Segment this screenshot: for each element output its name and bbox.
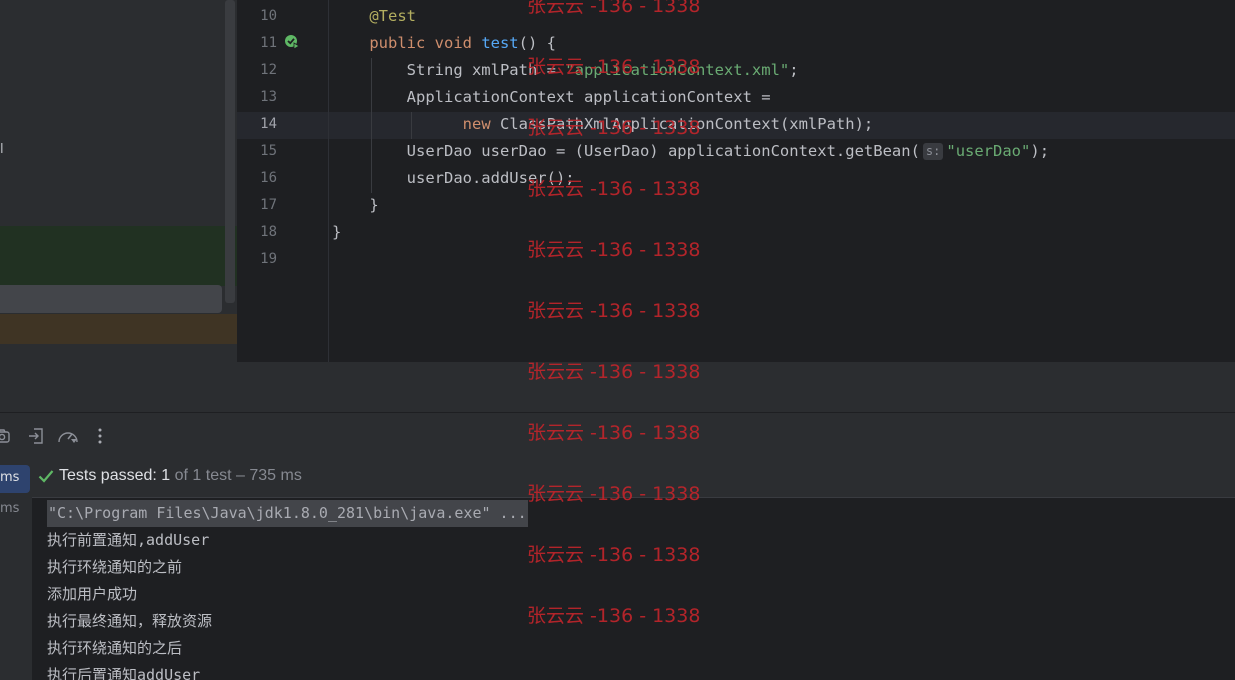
code-editor[interactable]: 10 11 12 13 14 15 16 17 18 19 @Test public void t…: [237, 0, 1235, 362]
console-line: 添加用户成功: [47, 585, 138, 603]
console-command-line: "C:\Program Files\Java\jdk1.8.0_281\bin\…: [47, 500, 528, 527]
run-test-icon[interactable]: [284, 34, 300, 50]
line-number[interactable]: 14: [237, 111, 277, 138]
line-number[interactable]: 19: [237, 246, 277, 273]
camera-icon[interactable]: [0, 427, 11, 445]
project-tree-excluded-row[interactable]: [0, 314, 237, 344]
code-token: ApplicationContext applicationContext =: [332, 88, 771, 106]
code-token: ClassPathXmlApplicationContext(xmlPath);: [499, 115, 874, 133]
console-output[interactable]: "C:\Program Files\Java\jdk1.8.0_281\bin\…: [32, 498, 1235, 680]
console-line: 执行前置通知,addUser: [47, 531, 210, 549]
line-number[interactable]: 10: [237, 3, 277, 30]
code-line[interactable]: @Test: [332, 3, 416, 30]
more-options-icon[interactable]: [91, 427, 109, 445]
code-line[interactable]: UserDao userDao = (UserDao) applicationC…: [332, 138, 1049, 165]
code-token: new: [462, 115, 500, 133]
code-token: UserDao userDao = (UserDao) applicationC…: [332, 142, 920, 160]
code-token: String xmlPath =: [332, 61, 566, 79]
code-token: );: [1030, 142, 1050, 160]
code-token: }: [332, 196, 379, 214]
tests-passed-count: 1: [161, 467, 171, 484]
code-token: () {: [518, 34, 556, 52]
code-line[interactable]: userDao.addUser();: [332, 165, 575, 192]
line-number[interactable]: 15: [237, 138, 277, 165]
line-number[interactable]: 16: [237, 165, 277, 192]
code-token: userDao.addUser();: [332, 169, 575, 187]
gutter-separator: [328, 0, 329, 362]
code-token: test: [481, 34, 519, 52]
project-panel: l: [0, 0, 237, 362]
run-toolbar: [0, 413, 1235, 457]
console-line: 执行环绕通知的之后: [47, 639, 183, 657]
code-token: ;: [789, 61, 799, 79]
line-number[interactable]: 17: [237, 192, 277, 219]
project-tree-highlight-row[interactable]: [0, 226, 237, 286]
code-line[interactable]: ApplicationContext applicationContext =: [332, 84, 771, 111]
tool-window-strip: [0, 362, 1235, 412]
parameter-hint: s:: [922, 143, 944, 160]
console-line: 执行最终通知，释放资源: [47, 612, 213, 630]
code-line[interactable]: String xmlPath = "applicationContext.xml…: [332, 57, 799, 84]
test-status-bar: Tests passed: 1 of 1 test – 735 ms: [32, 457, 1235, 498]
code-line[interactable]: new ClassPathXmlApplicationContext(xmlPa…: [332, 111, 874, 138]
line-number[interactable]: 18: [237, 219, 277, 246]
test-status-text: Tests passed: 1 of 1 test – 735 ms: [59, 467, 302, 485]
code-token: @Test: [369, 7, 416, 25]
tests-summary: of 1 test – 735 ms: [174, 467, 302, 484]
speedometer-icon[interactable]: [57, 427, 79, 445]
console-line: 执行后置通知addUser: [47, 666, 201, 680]
code-token: "applicationContext.xml": [565, 61, 790, 79]
test-duration-label[interactable]: ms: [0, 470, 19, 485]
code-token: "userDao": [946, 142, 1031, 160]
check-icon: [38, 470, 54, 483]
code-line[interactable]: }: [332, 192, 379, 219]
code-token: public void: [369, 34, 482, 52]
project-tree-selected-row[interactable]: [0, 285, 222, 313]
test-duration-label[interactable]: ms: [0, 501, 19, 516]
import-icon[interactable]: [27, 427, 45, 445]
console-line: 执行环绕通知的之前: [47, 558, 183, 576]
project-tree-text: l: [0, 142, 4, 157]
line-number[interactable]: 11: [237, 30, 277, 57]
line-number[interactable]: 12: [237, 57, 277, 84]
code-line[interactable]: public void test() {: [332, 30, 556, 57]
project-panel-scrollbar[interactable]: [225, 0, 235, 303]
line-number[interactable]: 13: [237, 84, 277, 111]
code-line[interactable]: }: [332, 219, 341, 246]
test-results-tree: ms ms: [0, 457, 32, 680]
code-token: }: [332, 223, 342, 241]
tests-passed-label: Tests passed:: [59, 467, 162, 484]
